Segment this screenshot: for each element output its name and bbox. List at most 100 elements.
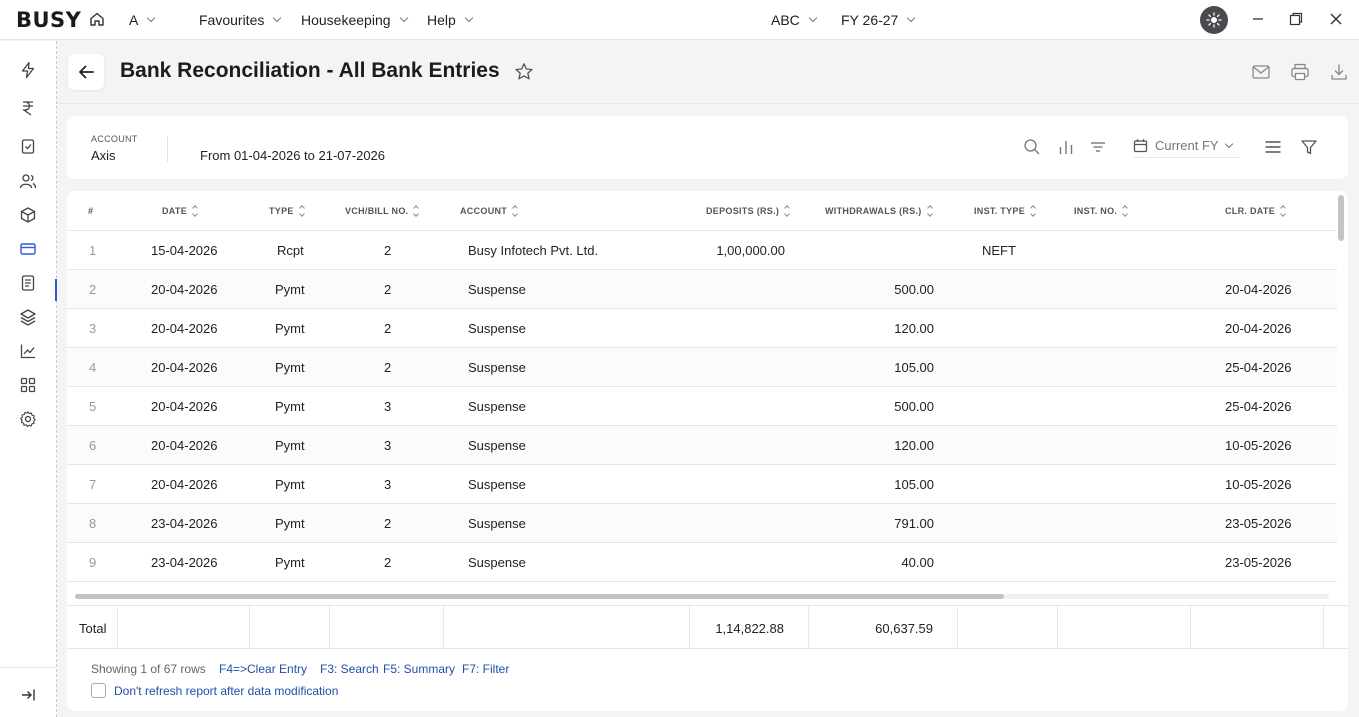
search-icon[interactable]	[1023, 138, 1041, 156]
close-icon[interactable]	[1328, 11, 1344, 27]
active-nav-indicator	[55, 279, 57, 301]
totals-divider	[443, 606, 444, 649]
minimize-icon[interactable]	[1250, 11, 1266, 27]
chevron-down-icon	[464, 13, 474, 23]
table-row[interactable]: 9 23-04-2026 Pymt 2 Suspense 40.00 23-05…	[67, 543, 1337, 582]
row-count-status: Showing 1 of 67 rows	[91, 662, 206, 676]
bar-chart-icon[interactable]	[1057, 138, 1075, 156]
bank-card-icon[interactable]	[19, 240, 37, 258]
row-number: 7	[89, 477, 97, 492]
filter-funnel-icon[interactable]	[1300, 138, 1318, 156]
col-header-deposits[interactable]: DEPOSITS (RS.)	[706, 205, 791, 217]
fy-label: FY 26-27	[841, 12, 899, 28]
fy-selector[interactable]: FY 26-27	[841, 12, 916, 28]
restore-icon[interactable]	[1288, 11, 1304, 27]
chevron-down-icon	[399, 13, 408, 23]
chevron-down-icon	[1224, 139, 1233, 148]
expand-sidebar-icon[interactable]	[19, 686, 37, 704]
row-type: Rcpt	[277, 243, 304, 258]
col-header-inst-no[interactable]: INST. NO.	[1074, 205, 1129, 217]
col-vch-label: VCH/BILL NO.	[345, 206, 409, 216]
no-refresh-checkbox[interactable]	[91, 683, 106, 698]
horizontal-scrollbar[interactable]	[75, 594, 1004, 599]
period-selector[interactable]: Current FY	[1133, 138, 1239, 158]
print-icon[interactable]	[1290, 62, 1310, 82]
table-row[interactable]: 5 20-04-2026 Pymt 3 Suspense 500.00 25-0…	[67, 387, 1337, 426]
home-icon[interactable]	[89, 11, 105, 27]
table-row[interactable]: 7 20-04-2026 Pymt 3 Suspense 105.00 10-0…	[67, 465, 1337, 504]
row-number: 8	[89, 516, 97, 531]
row-deposit: 1,00,000.00	[716, 243, 785, 258]
table-row[interactable]: 4 20-04-2026 Pymt 2 Suspense 105.00 25-0…	[67, 348, 1337, 387]
favourite-star-icon[interactable]	[514, 62, 534, 85]
busy-logo[interactable]: BUSY	[16, 8, 81, 32]
totals-divider	[1057, 606, 1058, 649]
col-deposits-label: DEPOSITS (RS.)	[706, 206, 780, 216]
line-chart-icon[interactable]	[19, 342, 37, 360]
table-row[interactable]: 2 20-04-2026 Pymt 2 Suspense 500.00 20-0…	[67, 270, 1337, 309]
lightning-icon[interactable]	[19, 61, 37, 79]
menu-help-label: Help	[427, 12, 456, 28]
totals-divider	[689, 606, 690, 649]
row-account: Suspense	[468, 282, 526, 297]
table-row[interactable]: 6 20-04-2026 Pymt 3 Suspense 120.00 10-0…	[67, 426, 1337, 465]
vertical-scrollbar[interactable]	[1338, 195, 1344, 241]
company-switch-menu[interactable]: A	[129, 12, 156, 28]
date-range[interactable]: From 01-04-2026 to 21-07-2026	[200, 148, 385, 163]
layers-icon[interactable]	[19, 308, 37, 326]
menu-favourites[interactable]: Favourites	[199, 12, 282, 28]
settings-icon[interactable]	[19, 410, 37, 428]
menu-housekeeping[interactable]: Housekeeping	[301, 12, 408, 28]
table-row[interactable]: 8 23-04-2026 Pymt 2 Suspense 791.00 23-0…	[67, 504, 1337, 543]
filter-shortcut[interactable]: F7: Filter	[462, 662, 509, 676]
row-withdrawal: 120.00	[894, 438, 934, 453]
row-type: Pymt	[275, 399, 305, 414]
row-date: 23-04-2026	[151, 555, 218, 570]
col-date-label: DATE	[162, 206, 188, 216]
clear-entry-shortcut[interactable]: F4=>Clear Entry	[219, 662, 307, 676]
download-icon[interactable]	[1329, 62, 1349, 82]
sort-icon	[1280, 205, 1286, 217]
company-name: ABC	[771, 12, 800, 28]
menu-icon[interactable]	[1264, 138, 1282, 156]
company-selector[interactable]: ABC	[771, 12, 818, 28]
box-icon[interactable]	[19, 206, 37, 224]
header-divider	[57, 103, 1359, 104]
col-header-withdrawals[interactable]: WITHDRAWALS (RS.)	[825, 205, 933, 217]
col-header-type[interactable]: TYPE	[269, 205, 305, 217]
theme-toggle-button[interactable]	[1200, 6, 1228, 34]
no-refresh-label[interactable]: Don't refresh report after data modifica…	[114, 684, 338, 698]
row-withdrawal: 500.00	[894, 282, 934, 297]
table-row[interactable]: 1 15-04-2026 Rcpt 2 Busy Infotech Pvt. L…	[67, 231, 1337, 270]
clipboard-icon[interactable]	[19, 137, 37, 155]
sort-icon	[1122, 205, 1129, 217]
col-header-clr-date[interactable]: CLR. DATE	[1225, 205, 1286, 217]
col-header-account[interactable]: ACCOUNT	[460, 205, 518, 217]
sort-icon	[298, 205, 305, 217]
users-icon[interactable]	[19, 172, 37, 190]
row-date: 20-04-2026	[151, 321, 218, 336]
row-date: 20-04-2026	[151, 282, 218, 297]
email-icon[interactable]	[1251, 62, 1271, 82]
sort-lines-icon[interactable]	[1089, 138, 1107, 156]
sort-icon	[784, 205, 791, 217]
back-button[interactable]	[68, 54, 104, 90]
row-clr-date: 23-05-2026	[1225, 555, 1292, 570]
document-icon[interactable]	[19, 274, 37, 292]
col-header-vch[interactable]: VCH/BILL NO.	[345, 205, 420, 217]
col-header-date[interactable]: DATE	[162, 205, 198, 217]
row-vch: 2	[384, 360, 392, 375]
col-header-number[interactable]: #	[88, 206, 93, 216]
sort-icon	[512, 205, 518, 217]
account-value[interactable]: Axis	[91, 148, 116, 163]
rupee-icon[interactable]	[19, 99, 37, 117]
row-account: Suspense	[468, 321, 526, 336]
grid-icon[interactable]	[19, 376, 37, 394]
table-row[interactable]: 3 20-04-2026 Pymt 2 Suspense 120.00 20-0…	[67, 309, 1337, 348]
search-shortcut[interactable]: F3: Search	[320, 662, 379, 676]
menu-help[interactable]: Help	[427, 12, 474, 28]
totals-divider	[1323, 606, 1324, 649]
summary-shortcut[interactable]: F5: Summary	[383, 662, 455, 676]
totals-divider	[957, 606, 958, 649]
col-header-inst-type[interactable]: INST. TYPE	[974, 205, 1036, 217]
